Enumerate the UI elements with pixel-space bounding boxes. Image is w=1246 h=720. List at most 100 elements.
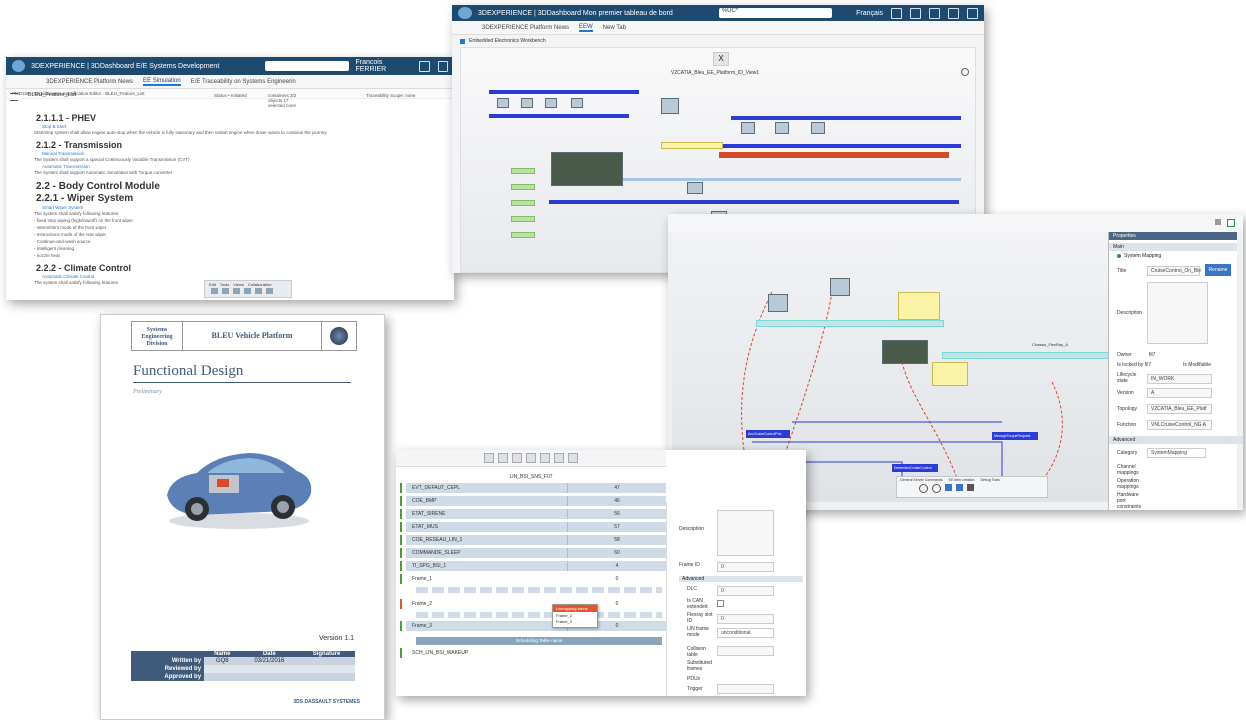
catia-icon[interactable] <box>484 453 494 463</box>
toolbar-tab-server[interactable]: General Server Commands <box>900 478 943 482</box>
ecu-node[interactable] <box>521 98 533 108</box>
lin-mode-select[interactable]: unconditional <box>717 628 774 638</box>
flexray-field[interactable]: 0 <box>717 614 774 624</box>
bus-line[interactable] <box>489 90 639 94</box>
share-icon[interactable] <box>929 7 940 19</box>
table-row[interactable]: Frame_2 0 <box>400 599 666 609</box>
ecu-node-selected[interactable] <box>551 152 623 186</box>
search-icon[interactable] <box>932 484 941 493</box>
ecu-node[interactable] <box>775 122 789 134</box>
ecu-node[interactable] <box>741 122 755 134</box>
toolbar-tab-tools[interactable]: Tools <box>220 282 229 287</box>
close-icon[interactable] <box>961 68 969 76</box>
dlc-field[interactable]: 0 <box>717 586 774 596</box>
ecu-node[interactable] <box>687 182 703 194</box>
ecu-node[interactable] <box>882 340 928 364</box>
delete-icon[interactable] <box>255 288 262 294</box>
bus-line[interactable] <box>719 152 949 158</box>
sensor-node[interactable] <box>511 200 535 206</box>
description-field[interactable] <box>717 510 774 556</box>
can-extended-checkbox[interactable] <box>717 600 724 607</box>
table-row[interactable]: TI_SPG_BSI_1 4 <box>400 561 666 571</box>
user-icon[interactable] <box>419 60 430 72</box>
toolbar-tab-debug[interactable]: Debug Tools <box>980 478 999 482</box>
table-row[interactable]: COE_RESEAU_LIN_1 58 <box>400 535 666 545</box>
ecu-node[interactable] <box>811 122 825 134</box>
search-input[interactable] <box>265 61 350 71</box>
expand-icon[interactable] <box>1227 219 1235 227</box>
save-icon[interactable] <box>956 484 963 491</box>
sensor-node[interactable] <box>511 232 535 238</box>
version-field[interactable]: A <box>1147 388 1212 398</box>
description-field[interactable] <box>1147 282 1208 344</box>
tab-ee-simulation[interactable]: EE Simulation <box>143 78 181 86</box>
note[interactable] <box>661 142 723 149</box>
ecu-node[interactable] <box>571 98 583 108</box>
lifecycle-field[interactable]: IN_WORK <box>1147 374 1212 384</box>
toolbar-tab-creation[interactable]: EE Item creation <box>949 478 975 482</box>
function-field[interactable]: VNLCruiseControl_NG A <box>1147 420 1212 430</box>
table-row[interactable]: Frame_3 0 <box>400 621 666 631</box>
table-icon[interactable] <box>266 288 273 294</box>
layout-icon[interactable] <box>540 453 550 463</box>
tab-platform-news[interactable]: 3DEXPERIENCE Platform News <box>46 79 133 85</box>
frame-id-field[interactable]: 0 <box>717 562 774 572</box>
popup-item[interactable]: Frame_2 <box>553 612 597 619</box>
home-icon[interactable] <box>948 7 959 19</box>
bus-line[interactable] <box>756 320 944 327</box>
table-icon[interactable] <box>512 453 522 463</box>
note-callout[interactable] <box>932 362 968 386</box>
ecu-node[interactable] <box>768 294 788 312</box>
search-input[interactable]: %UC* <box>718 8 832 18</box>
edit-icon[interactable] <box>222 288 229 294</box>
tab-eew[interactable]: EEW <box>579 24 593 32</box>
toolbar-tab-views[interactable]: Views <box>233 282 244 287</box>
collision-field[interactable] <box>717 646 774 656</box>
table-row[interactable]: COE_BMP 46 <box>400 496 666 506</box>
help-icon[interactable] <box>919 484 928 493</box>
insert-icon[interactable] <box>211 288 218 294</box>
move-icon[interactable] <box>244 288 251 294</box>
table-row[interactable]: SCH_LIN_BSI_WAKEUP <box>400 648 666 658</box>
bus-line[interactable] <box>489 114 629 118</box>
timeline-strip[interactable] <box>416 587 662 593</box>
note-callout[interactable] <box>898 292 940 320</box>
settings-icon[interactable] <box>568 453 578 463</box>
sensor-node[interactable] <box>511 184 535 190</box>
grid-icon[interactable] <box>498 453 508 463</box>
table-row[interactable]: EVT_DEFAUT_CEPL 47 <box>400 483 666 493</box>
trigger-field[interactable] <box>717 684 774 694</box>
ecu-node[interactable] <box>661 98 679 114</box>
ecu-node[interactable] <box>545 98 557 108</box>
bus-line[interactable] <box>942 352 1110 359</box>
toolbar-tab-collaboration[interactable]: Collaboration <box>248 282 272 287</box>
topology-field[interactable]: V2CATIA_Bleu_EE_Platf <box>1147 404 1212 414</box>
function-block[interactable]: DetermineCruiseControl <box>892 464 938 472</box>
table-row[interactable]: Frame_1 0 <box>400 574 666 584</box>
bus-line[interactable] <box>731 116 961 120</box>
language[interactable]: Français <box>856 10 883 17</box>
tab-traceability[interactable]: E/E Traceability on Systems Engineerin <box>191 79 296 85</box>
table-row[interactable]: ETAT_SIRENE 56 <box>400 509 666 519</box>
link-icon[interactable] <box>967 484 974 491</box>
title-field[interactable]: CruiseControl_On_Ble <box>1147 266 1201 276</box>
section-advanced[interactable]: Advanced <box>1109 436 1243 444</box>
link-icon[interactable] <box>233 288 240 294</box>
sensor-node[interactable] <box>511 168 535 174</box>
rename-button[interactable]: Rename <box>1205 264 1231 276</box>
catia-icon[interactable]: X <box>713 52 729 66</box>
sensor-node[interactable] <box>511 216 535 222</box>
table-row[interactable]: ETAT_MUS 57 <box>400 522 666 532</box>
bus-line[interactable] <box>549 200 959 204</box>
lock-icon[interactable] <box>1215 219 1221 225</box>
map-icon[interactable] <box>945 484 952 491</box>
category-select[interactable]: SystemMapping <box>1147 448 1206 458</box>
bus-line[interactable] <box>621 178 961 181</box>
ecu-node[interactable] <box>830 278 850 296</box>
list-icon[interactable] <box>526 453 536 463</box>
compass-icon[interactable] <box>458 7 472 19</box>
section-advanced[interactable]: Advanced <box>679 576 803 582</box>
function-block[interactable]: AccCruiseControlPrio <box>746 430 790 438</box>
popup-item[interactable]: Frame_3 <box>553 619 597 624</box>
section-main[interactable]: Main <box>1109 243 1237 251</box>
